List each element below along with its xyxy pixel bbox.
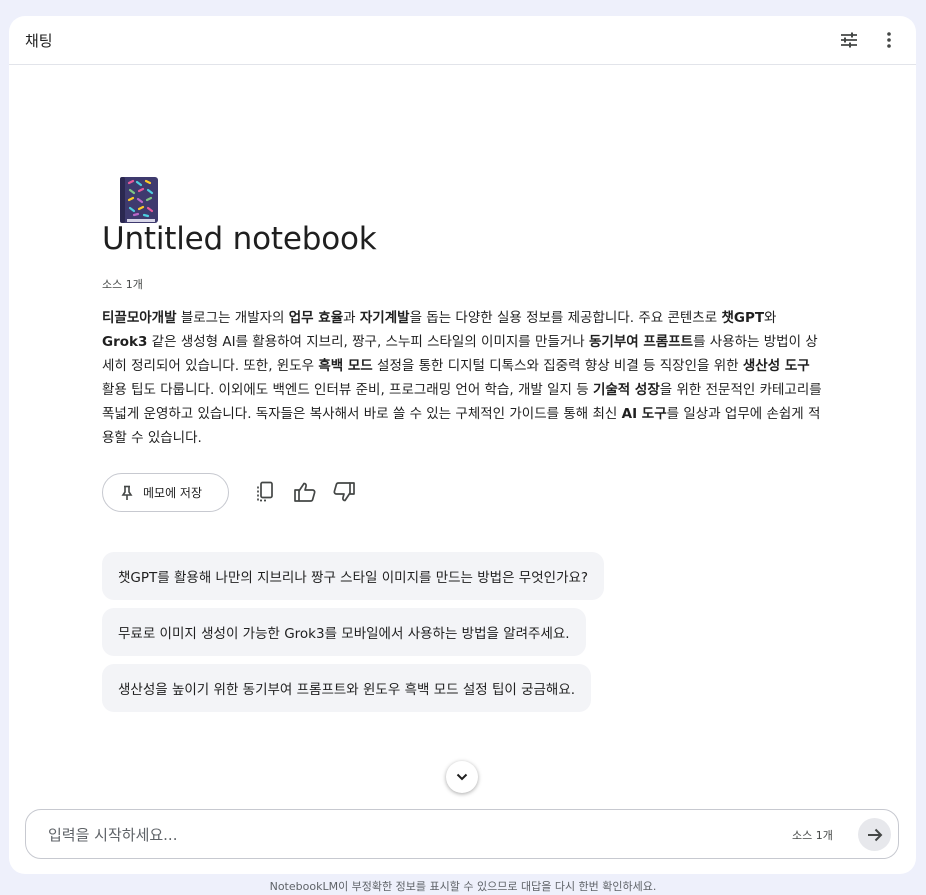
summary-highlight: 기술적 성장	[592, 382, 660, 398]
chevron-down-icon	[456, 773, 468, 781]
summary-text: 같은 생성형 AI를 활용하여 지브리, 짱구, 스누피 스타일의 이미지를 만…	[147, 334, 589, 350]
more-options-button[interactable]	[876, 27, 902, 53]
summary-text: 와	[764, 310, 777, 326]
suggested-question[interactable]: 생산성을 높이기 위한 동기부여 프롬프트와 윈도우 흑백 모드 설정 팁이 궁…	[102, 664, 592, 712]
summary-highlight: 생산성 도구	[742, 358, 810, 374]
save-to-note-button[interactable]: 메모에 저장	[102, 473, 229, 512]
source-count: 소스 1개	[102, 278, 143, 291]
notebook-icon	[120, 177, 158, 223]
summary-text: 설정을 통한 디지털 디톡스와 집중력 향상 비결 등 직장인을 위한	[372, 358, 743, 374]
save-to-note-label: 메모에 저장	[143, 486, 203, 500]
thumbs-down-icon	[333, 482, 355, 502]
summary-highlight: Grok3	[102, 334, 148, 350]
summary-text: 활용 팁도 다룹니다. 이외에도 백엔드 인터뷰 준비, 프로그래밍 언어 학습…	[102, 382, 593, 398]
summary-highlight: AI 도구	[621, 406, 667, 422]
notebook-summary: 티끌모아개발 블로그는 개발자의 업무 효율과 자기계발을 돕는 다양한 실용 …	[102, 306, 824, 450]
copy-icon	[257, 481, 273, 502]
summary-highlight: 업무 효율	[288, 310, 344, 326]
suggested-question[interactable]: 챗GPT를 활용해 나만의 지브리나 짱구 스타일 이미지를 만드는 방법은 무…	[102, 552, 605, 600]
chat-title: 채팅	[25, 32, 53, 50]
thumbs-down-button[interactable]	[330, 478, 358, 506]
summary-highlight: 챗GPT	[721, 310, 765, 326]
copy-button[interactable]	[251, 478, 279, 506]
summary-highlight: 흑백 모드	[318, 358, 373, 374]
summary-highlight: 자기계발	[359, 310, 410, 326]
thumbs-up-button[interactable]	[291, 478, 319, 506]
scroll-to-bottom-button[interactable]	[446, 761, 478, 793]
summary-highlight: 티끌모아개발	[102, 310, 177, 326]
send-button[interactable]	[858, 818, 891, 851]
summary-highlight: 동기부여 프롬프트	[589, 334, 694, 350]
summary-text: 을 돕는 다양한 실용 정보를 제공합니다. 주요 콘텐츠로	[409, 310, 722, 326]
chat-settings-button[interactable]	[836, 27, 862, 53]
thumbs-up-icon	[294, 482, 316, 502]
more-vert-icon	[887, 32, 891, 48]
notebook-title: Untitled notebook	[102, 221, 377, 257]
tune-icon	[841, 32, 857, 48]
input-source-count: 소스 1개	[792, 829, 833, 842]
chat-input-container: 소스 1개	[25, 809, 899, 859]
disclaimer-text: NotebookLM이 부정확한 정보를 표시할 수 있으므로 대답을 다시 한…	[269, 880, 657, 893]
pin-icon	[121, 485, 133, 500]
suggested-question[interactable]: 무료로 이미지 생성이 가능한 Grok3를 모바일에서 사용하는 방법을 알려…	[102, 608, 586, 656]
summary-text: 블로그는 개발자의	[176, 310, 289, 326]
summary-text: 과	[343, 310, 360, 326]
chat-header: 채팅	[9, 16, 916, 65]
chat-panel: 채팅 Untitled notebook 소스 1개 티끌모아개발 블로그는 개…	[9, 16, 916, 874]
arrow-right-icon	[867, 828, 882, 841]
chat-input[interactable]	[48, 821, 748, 849]
